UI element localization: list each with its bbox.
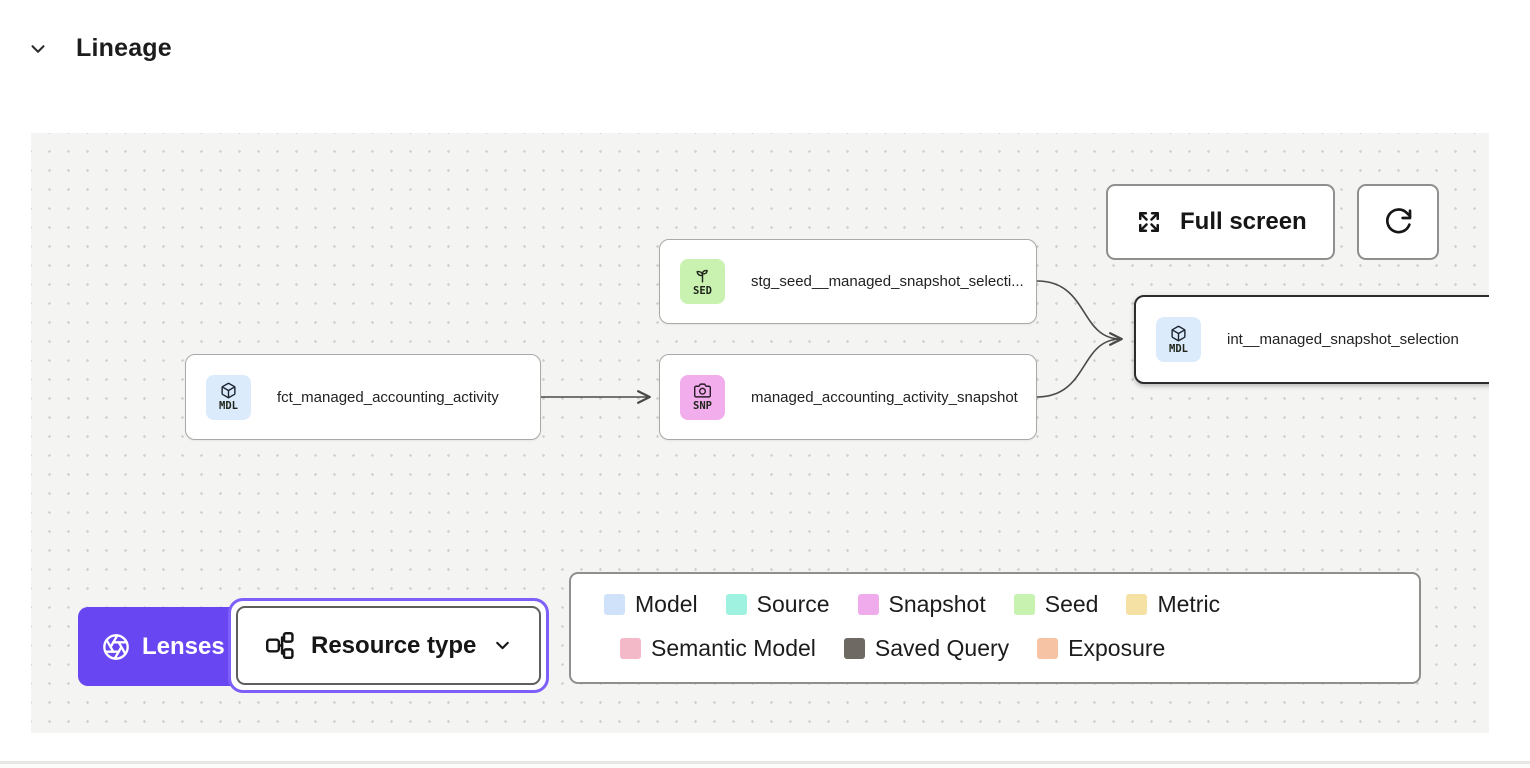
resource-badge: SED — [680, 259, 725, 304]
resource-badge: MDL — [206, 375, 251, 420]
hierarchy-icon — [264, 630, 295, 661]
legend-swatch — [844, 638, 865, 659]
legend-label: Metric — [1157, 591, 1220, 618]
refresh-button[interactable] — [1357, 184, 1439, 260]
lineage-page: Lineage Full scre — [0, 0, 1530, 768]
camera-icon — [694, 382, 711, 399]
lineage-node-snapshot[interactable]: SNP managed_accounting_activity_snapshot — [659, 354, 1037, 440]
badge-code: MDL — [219, 400, 238, 412]
node-label: fct_managed_accounting_activity — [277, 389, 499, 406]
legend-item-seed: Seed — [1014, 591, 1099, 618]
bottom-fill — [0, 764, 1530, 768]
page-title: Lineage — [76, 34, 172, 63]
legend-row-2: Semantic Model Saved Query Exposure — [604, 635, 1419, 662]
resource-badge: MDL — [1156, 317, 1201, 362]
resource-badge: SNP — [680, 375, 725, 420]
badge-code: SED — [693, 285, 712, 297]
badge-code: MDL — [1169, 343, 1188, 355]
legend-label: Exposure — [1068, 635, 1165, 662]
chevron-down-icon — [492, 635, 513, 656]
legend-label: Snapshot — [889, 591, 986, 618]
legend-label: Saved Query — [875, 635, 1009, 662]
legend-label: Seed — [1045, 591, 1099, 618]
lenses-button[interactable]: Lenses — [78, 607, 249, 686]
lenses-label: Lenses — [142, 633, 225, 661]
lineage-canvas[interactable]: Full screen SED — [31, 133, 1489, 733]
resource-type-dropdown[interactable]: Resource type — [236, 606, 541, 685]
collapse-section-button[interactable] — [24, 35, 52, 63]
node-label: managed_accounting_activity_snapshot — [751, 389, 1018, 406]
badge-code: SNP — [693, 400, 712, 412]
full-screen-label: Full screen — [1180, 208, 1307, 236]
legend-swatch — [604, 594, 625, 615]
legend-item-model: Model — [604, 591, 698, 618]
resource-type-legend: Model Source Snapshot Seed Metric — [569, 572, 1421, 684]
legend-item-metric: Metric — [1126, 591, 1220, 618]
resource-type-focus-ring: Resource type — [228, 598, 549, 693]
legend-item-source: Source — [726, 591, 830, 618]
node-label: stg_seed__managed_snapshot_selecti... — [751, 273, 1024, 290]
legend-item-snapshot: Snapshot — [858, 591, 986, 618]
legend-swatch — [858, 594, 879, 615]
lineage-node-model-int-selected[interactable]: MDL int__managed_snapshot_selection — [1134, 295, 1489, 384]
expand-arrows-icon — [1134, 207, 1164, 237]
legend-swatch — [726, 594, 747, 615]
lineage-header: Lineage — [24, 34, 172, 63]
legend-item-exposure: Exposure — [1037, 635, 1165, 662]
legend-swatch — [620, 638, 641, 659]
full-screen-button[interactable]: Full screen — [1106, 184, 1335, 260]
resource-type-label: Resource type — [311, 632, 476, 660]
legend-swatch — [1126, 594, 1147, 615]
aperture-icon — [102, 633, 130, 661]
cube-icon — [1170, 325, 1187, 342]
seed-icon — [694, 267, 711, 284]
legend-swatch — [1014, 594, 1035, 615]
legend-row-1: Model Source Snapshot Seed Metric — [604, 591, 1419, 618]
legend-label: Semantic Model — [651, 635, 816, 662]
lineage-node-seed[interactable]: SED stg_seed__managed_snapshot_selecti..… — [659, 239, 1037, 324]
node-label: int__managed_snapshot_selection — [1227, 331, 1459, 348]
legend-label: Model — [635, 591, 698, 618]
lineage-node-model-fct[interactable]: MDL fct_managed_accounting_activity — [185, 354, 541, 440]
chevron-down-icon — [27, 38, 49, 60]
legend-swatch — [1037, 638, 1058, 659]
cube-icon — [220, 382, 237, 399]
legend-item-saved-query: Saved Query — [844, 635, 1009, 662]
legend-label: Source — [757, 591, 830, 618]
rotate-cw-icon — [1382, 206, 1414, 238]
legend-item-semantic-model: Semantic Model — [620, 635, 816, 662]
